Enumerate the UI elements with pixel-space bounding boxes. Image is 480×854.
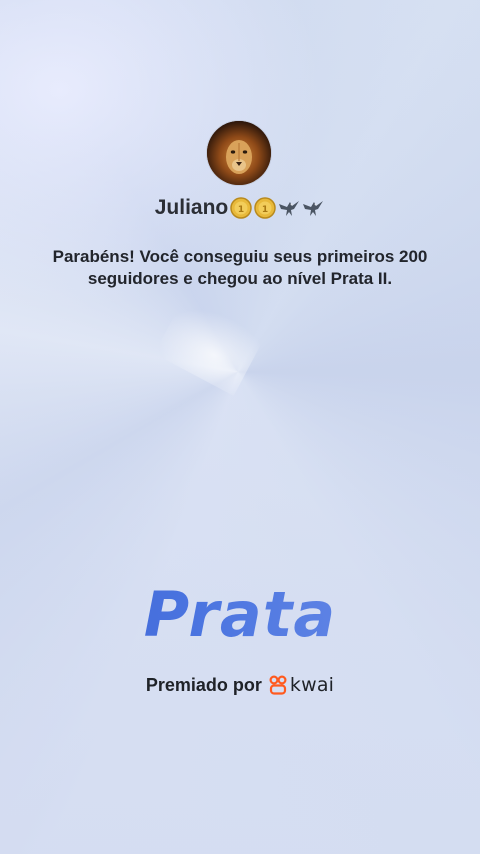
tier-title: Prata [0,578,480,651]
eagle-icon [277,196,301,220]
username-row: Juliano 1 1 [0,196,480,220]
svg-text:1: 1 [262,205,268,215]
kwai-logo: kwai [269,674,334,696]
congratulations-message: Parabéns! Você conseguiu seus primeiros … [52,247,428,288]
user-badges: 1 1 [229,196,325,220]
kwai-icon [269,675,287,695]
kwai-wordmark: kwai [289,674,335,696]
eagle-icon [301,196,325,220]
username: Juliano [154,196,229,219]
gold-coin-icon: 1 [229,196,253,220]
award-row: Premiado por kwai [0,674,480,696]
level-up-screen: { "user": { "name": "Juliano", "badges":… [0,0,480,854]
gold-coin-icon: 1 [253,196,277,220]
light-beam [154,274,276,396]
avatar[interactable] [207,121,271,185]
lion-avatar-image [207,121,271,185]
svg-text:1: 1 [238,205,244,215]
award-label: Premiado por [145,674,262,695]
